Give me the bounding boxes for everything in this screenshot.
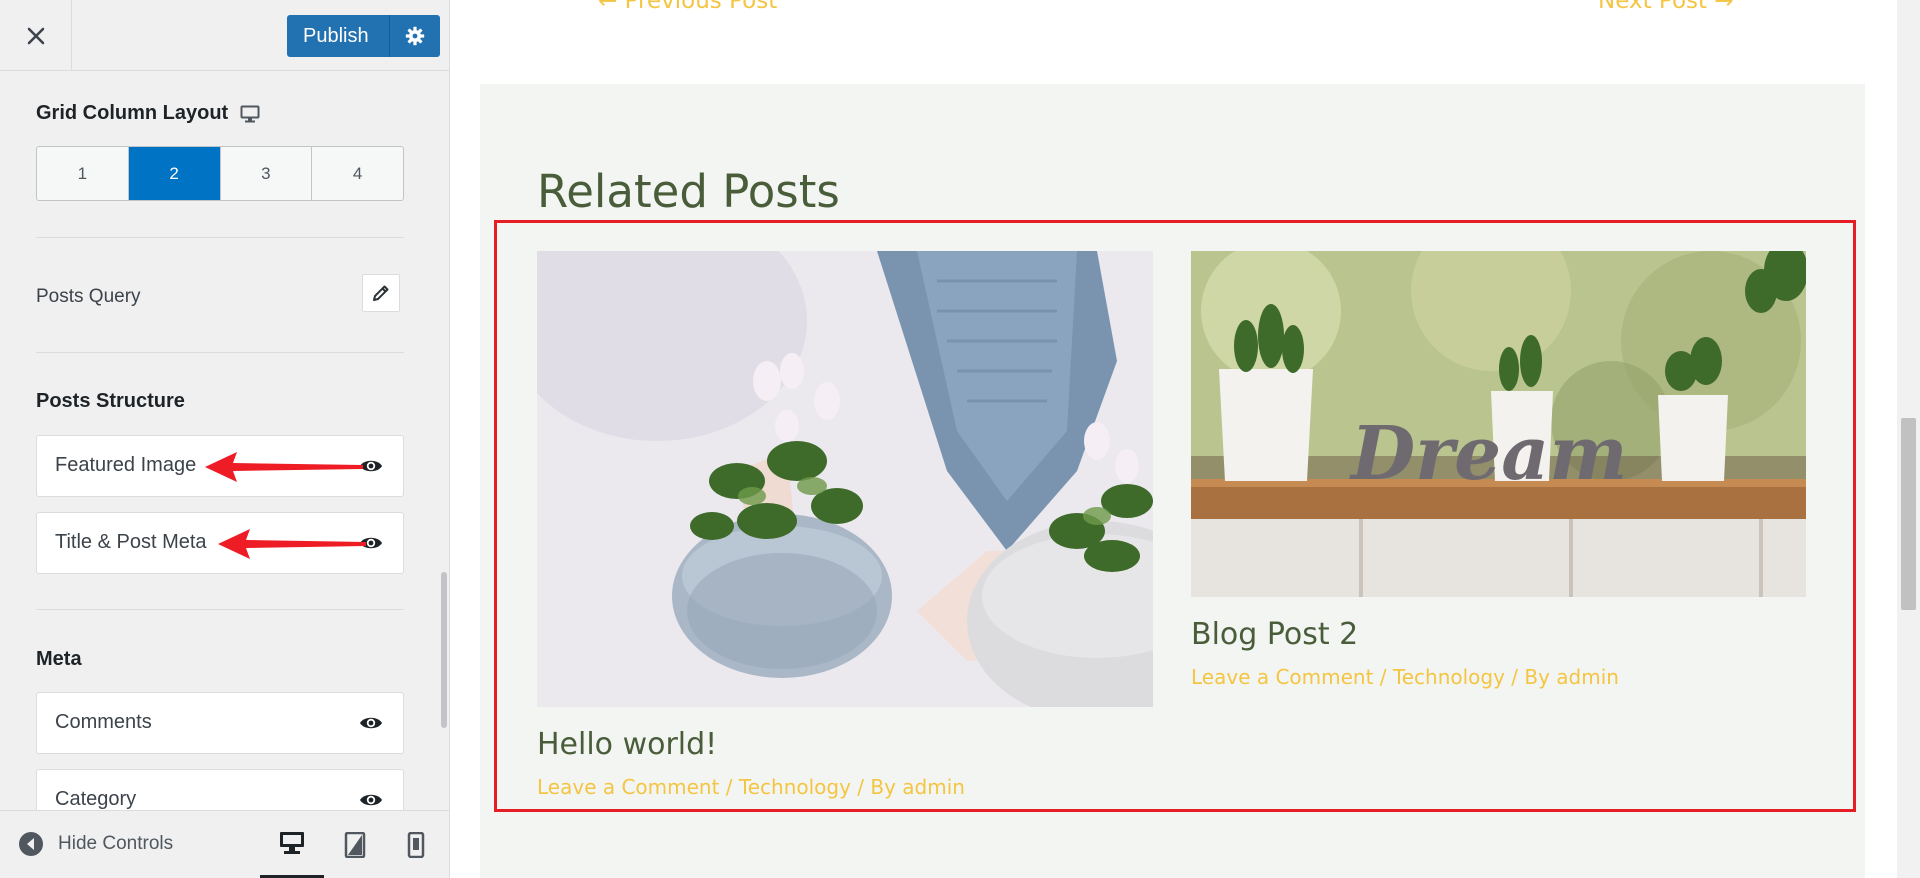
preview-mobile-button[interactable] xyxy=(384,811,448,878)
structure-item-label: Featured Image xyxy=(55,454,197,476)
pencil-icon xyxy=(373,285,389,301)
hide-controls-label: Hide Controls xyxy=(58,833,174,854)
preview-scrollbar-thumb[interactable] xyxy=(1901,418,1916,610)
close-icon xyxy=(27,27,44,44)
divider xyxy=(36,237,404,238)
column-option-1[interactable]: 1 xyxy=(37,147,129,200)
meta-item-label: Category xyxy=(55,788,137,810)
grid-column-layout-label: Grid Column Layout xyxy=(36,102,229,124)
annotation-arrow xyxy=(218,529,366,559)
meta-item-category[interactable]: Category xyxy=(36,769,404,810)
arrow-left-circle-icon xyxy=(19,832,43,856)
eye-icon[interactable] xyxy=(359,714,383,732)
customizer-header: Publish xyxy=(0,0,449,71)
column-count-selector: 1 2 3 4 xyxy=(36,146,404,201)
customizer-panel: Grid Column Layout 1 2 3 4 Posts Query P… xyxy=(0,72,449,810)
divider xyxy=(36,352,404,353)
posts-structure-heading: Posts Structure xyxy=(36,390,185,412)
meta-item-comments[interactable]: Comments xyxy=(36,692,404,754)
posts-query-label: Posts Query xyxy=(36,286,141,307)
tablet-icon xyxy=(344,832,366,858)
mobile-icon xyxy=(407,832,425,858)
meta-item-label: Comments xyxy=(55,711,152,733)
preview-desktop-button[interactable] xyxy=(260,811,324,878)
annotation-highlight-box xyxy=(494,220,1856,812)
preview-tablet-button[interactable] xyxy=(323,811,387,878)
desktop-icon xyxy=(280,832,304,854)
grid-column-layout-heading: Grid Column Layout xyxy=(36,102,260,125)
posts-query-edit-button[interactable] xyxy=(362,274,400,312)
next-post-link[interactable]: Next Post → xyxy=(1598,0,1734,14)
close-button[interactable] xyxy=(0,0,72,71)
annotation-arrow xyxy=(205,452,363,482)
publish-settings-button[interactable] xyxy=(390,15,440,57)
column-option-2[interactable]: 2 xyxy=(128,147,221,200)
gear-icon xyxy=(405,26,424,46)
customizer-footer: Hide Controls xyxy=(0,810,449,878)
meta-heading: Meta xyxy=(36,648,82,670)
hide-controls-button[interactable]: Hide Controls xyxy=(18,831,173,857)
column-option-3[interactable]: 3 xyxy=(221,147,313,200)
site-preview: ← Previous Post Next Post → Related Post… xyxy=(450,0,1920,878)
publish-button-group: Publish xyxy=(287,15,440,57)
related-posts-heading: Related Posts xyxy=(537,165,840,218)
divider xyxy=(36,609,404,610)
sidebar-scrollbar[interactable] xyxy=(441,572,447,728)
structure-item-label: Title & Post Meta xyxy=(55,531,207,553)
publish-button[interactable]: Publish xyxy=(287,15,390,57)
eye-icon[interactable] xyxy=(359,791,383,809)
customizer-sidebar: Publish Grid Column Layout 1 2 3 4 Posts… xyxy=(0,0,450,878)
monitor-icon[interactable] xyxy=(240,105,260,123)
column-option-4[interactable]: 4 xyxy=(312,147,403,200)
previous-post-link[interactable]: ← Previous Post xyxy=(598,0,777,14)
